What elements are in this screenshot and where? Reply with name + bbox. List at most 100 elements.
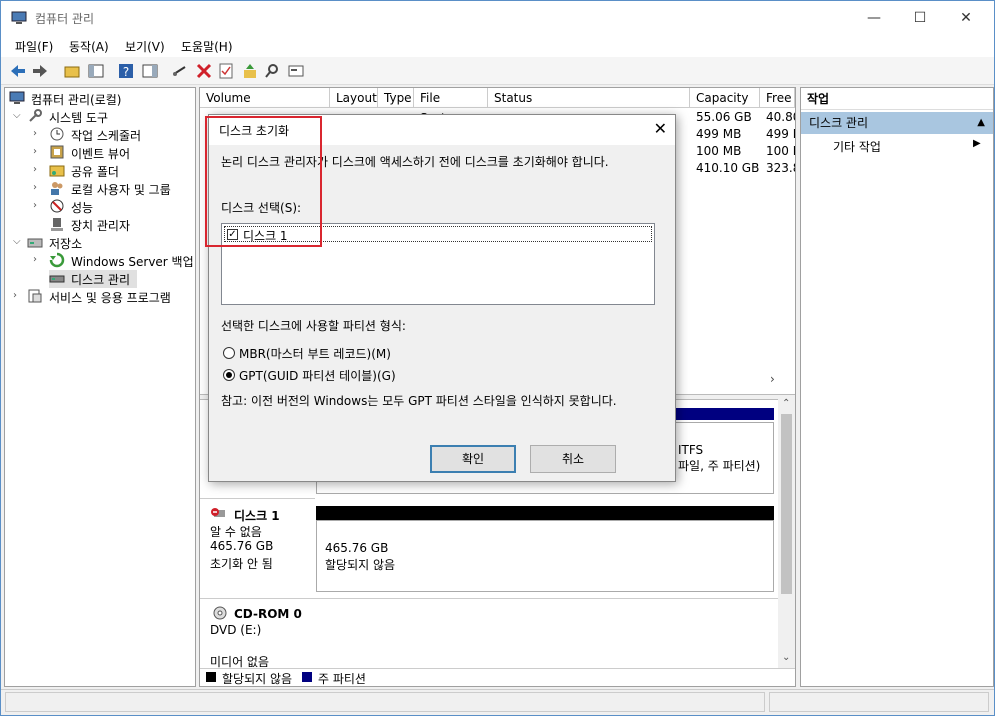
connect-icon[interactable] bbox=[171, 62, 189, 80]
help-icon[interactable]: ? bbox=[117, 62, 135, 80]
disk1-partition-state: 할당되지 않음 bbox=[325, 558, 396, 572]
computer-management-icon bbox=[9, 91, 25, 104]
status-segment bbox=[5, 692, 765, 712]
disk1-state: 알 수 없음 bbox=[210, 525, 262, 539]
minimize-button[interactable]: — bbox=[851, 1, 897, 35]
table-cell-free: 40.80 bbox=[766, 110, 795, 124]
disk1-init-status: 초기화 안 됨 bbox=[210, 557, 273, 571]
legend-primary-swatch bbox=[302, 672, 312, 682]
back-arrow-icon[interactable] bbox=[9, 62, 27, 80]
disk1-unallocated-region[interactable]: 465.76 GB 할당되지 않음 bbox=[316, 520, 774, 592]
actions-more[interactable]: 기타 작업 bbox=[833, 138, 881, 155]
actions-section-disk-management[interactable]: 디스크 관리 ▲ bbox=[801, 112, 993, 134]
maximize-button[interactable]: ☐ bbox=[897, 1, 943, 35]
legend-primary-label: 주 파티션 bbox=[318, 672, 366, 686]
tree-item-disk-management[interactable]: 디스크 관리 bbox=[49, 270, 137, 288]
up-folder-icon[interactable] bbox=[63, 62, 81, 80]
submenu-arrow-icon[interactable]: ▶ bbox=[973, 138, 981, 149]
table-cell-capacity: 499 MB bbox=[696, 127, 742, 141]
users-icon bbox=[51, 182, 63, 195]
column-header-type[interactable]: Type bbox=[378, 88, 414, 108]
column-header-volume[interactable]: Volume bbox=[200, 88, 330, 108]
event-viewer-icon bbox=[50, 145, 64, 159]
tree-item-label: 장치 관리자 bbox=[71, 219, 131, 233]
tree-item-label: 시스템 도구 bbox=[49, 111, 109, 125]
mbr-label[interactable]: MBR(마스터 부트 레코드)(M) bbox=[239, 345, 391, 362]
tree-item-label: 이벤트 뷰어 bbox=[71, 147, 131, 161]
expand-chevron-icon[interactable]: › bbox=[13, 290, 23, 301]
window-title: 컴퓨터 관리 bbox=[35, 12, 95, 26]
collapse-triangle-icon[interactable]: ▲ bbox=[977, 112, 985, 134]
action-pane-icon[interactable] bbox=[141, 62, 159, 80]
export-icon[interactable] bbox=[241, 62, 259, 80]
clock-icon bbox=[50, 127, 64, 141]
actions-more-label: 기타 작업 bbox=[833, 140, 881, 154]
column-header-capacity[interactable]: Capacity bbox=[690, 88, 760, 108]
legend-bar: 할당되지 않음 주 파티션 bbox=[200, 668, 795, 686]
ok-button[interactable]: 확인 bbox=[430, 445, 516, 473]
expand-chevron-icon[interactable]: › bbox=[33, 254, 43, 265]
expand-chevron-icon[interactable]: › bbox=[33, 146, 43, 157]
settings-icon[interactable] bbox=[287, 62, 305, 80]
menu-file[interactable]: 파일(F) bbox=[15, 38, 53, 55]
mbr-radio[interactable] bbox=[223, 347, 235, 359]
console-tree-icon[interactable] bbox=[87, 62, 105, 80]
cdrom-info[interactable]: CD-ROM 0 DVD (E:) 미디어 없음 bbox=[200, 598, 778, 676]
collapse-chevron-icon[interactable]: ⌵ bbox=[13, 236, 23, 247]
tools-icon bbox=[29, 109, 42, 122]
vertical-scrollbar[interactable]: ⌃ ⌄ bbox=[778, 398, 795, 670]
disk1-partition-size: 465.76 GB bbox=[325, 541, 389, 555]
column-header-free-space[interactable]: Free S bbox=[760, 88, 795, 108]
performance-icon bbox=[50, 199, 64, 213]
shared-folder-icon bbox=[49, 165, 65, 177]
gpt-label[interactable]: GPT(GUID 파티션 테이블)(G) bbox=[239, 367, 396, 384]
expand-chevron-icon[interactable]: › bbox=[33, 128, 43, 139]
table-cell-free: 499 M bbox=[766, 127, 795, 141]
expand-chevron-icon[interactable]: › bbox=[33, 164, 43, 175]
delete-icon[interactable] bbox=[195, 62, 213, 80]
title-bar: 컴퓨터 관리 — ☐ ✕ bbox=[1, 1, 994, 35]
menu-view[interactable]: 보기(V) bbox=[125, 38, 165, 55]
forward-arrow-icon[interactable] bbox=[31, 62, 49, 80]
partition-style-label: 선택한 디스크에 사용할 파티션 형식: bbox=[221, 319, 406, 333]
expand-chevron-icon[interactable]: › bbox=[33, 200, 43, 211]
dialog-close-icon[interactable]: ✕ bbox=[654, 119, 667, 138]
disk1-name: 디스크 1 bbox=[234, 509, 280, 523]
search-icon[interactable] bbox=[263, 62, 281, 80]
column-header-layout[interactable]: Layout bbox=[330, 88, 378, 108]
partition-status-text: 파일, 주 파티션) bbox=[678, 459, 761, 473]
tree-item-label: 디스크 관리 bbox=[71, 273, 131, 287]
menu-bar: 파일(F) 동작(A) 보기(V) 도움말(H) bbox=[1, 35, 994, 57]
column-header-file-system[interactable]: File System bbox=[414, 88, 488, 125]
properties-icon[interactable] bbox=[217, 62, 235, 80]
menu-help[interactable]: 도움말(H) bbox=[181, 38, 233, 55]
disk1-size: 465.76 GB bbox=[210, 539, 274, 553]
scroll-up-arrow-icon[interactable]: ⌃ bbox=[782, 398, 790, 409]
close-button[interactable]: ✕ bbox=[943, 1, 989, 35]
collapse-chevron-icon[interactable]: ⌵ bbox=[13, 110, 23, 121]
column-header-status[interactable]: Status bbox=[488, 88, 690, 108]
disk1-info[interactable]: 디스크 1 알 수 없음 465.76 GB 초기화 안 됨 bbox=[200, 498, 315, 594]
table-cell-free: 100 M bbox=[766, 144, 795, 158]
legend-unallocated-swatch bbox=[206, 672, 216, 682]
expand-chevron-icon[interactable]: › bbox=[33, 182, 43, 193]
tree-item-label: 성능 bbox=[71, 201, 94, 215]
console-tree: 컴퓨터 관리(로컬) ⌵ 시스템 도구 › 작업 스케줄러 › 이벤트 뷰어 ›… bbox=[4, 87, 196, 687]
menu-action[interactable]: 동작(A) bbox=[69, 38, 109, 55]
computer-management-icon bbox=[11, 11, 27, 24]
disk-unknown-icon bbox=[211, 508, 225, 517]
gpt-radio[interactable] bbox=[223, 369, 235, 381]
cancel-button[interactable]: 취소 bbox=[530, 445, 616, 473]
scroll-right-arrow-icon[interactable]: › bbox=[770, 372, 775, 386]
disk-management-icon bbox=[49, 275, 65, 283]
tree-item-label: Windows Server 백업 bbox=[71, 255, 194, 269]
scroll-down-arrow-icon[interactable]: ⌄ bbox=[782, 652, 790, 663]
tree-item-label: 작업 스케줄러 bbox=[71, 129, 142, 143]
actions-pane: 작업 디스크 관리 ▲ 기타 작업 ▶ bbox=[800, 87, 994, 687]
tree-root-label: 컴퓨터 관리(로컬) bbox=[31, 93, 122, 107]
cdrom-icon bbox=[213, 606, 227, 620]
highlight-box bbox=[205, 116, 322, 247]
dialog-note: 참고: 이전 버전의 Windows는 모두 GPT 파티션 스타일을 인식하지… bbox=[221, 394, 617, 408]
actions-section-label: 디스크 관리 bbox=[809, 116, 869, 130]
scrollbar-thumb[interactable] bbox=[781, 414, 792, 594]
